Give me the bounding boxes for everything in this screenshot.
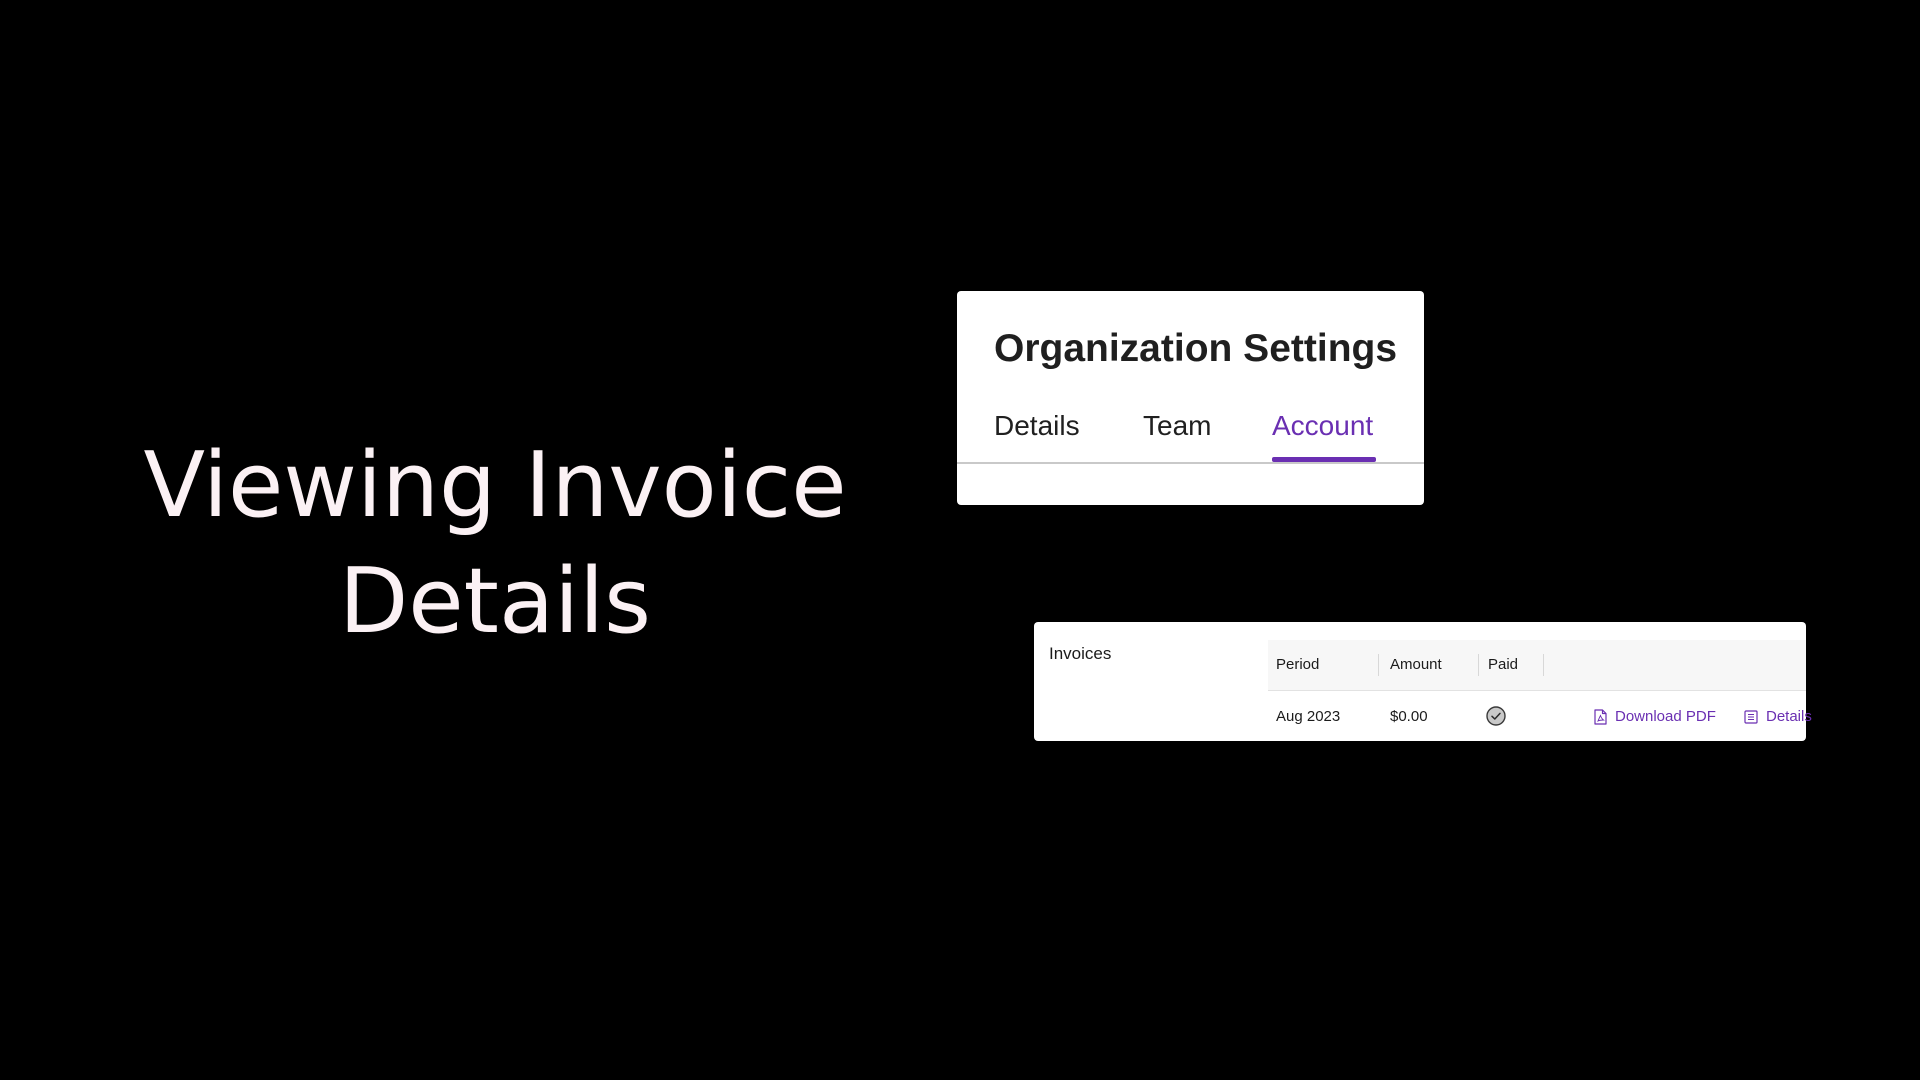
headline-line-2: Details (338, 549, 651, 654)
column-header-period: Period (1276, 656, 1320, 673)
download-pdf-label: Download PDF (1615, 708, 1716, 725)
pdf-file-icon (1594, 709, 1607, 725)
invoices-table: Period Amount Paid Aug 2023 $0.00 Downlo… (1268, 640, 1812, 743)
active-tab-indicator (1272, 457, 1376, 462)
tab-details[interactable]: Details (994, 406, 1080, 462)
column-header-amount: Amount (1390, 656, 1442, 673)
invoice-details-link[interactable]: Details (1744, 691, 1812, 743)
invoices-heading: Invoices (1049, 644, 1112, 663)
headline-line-1: Viewing Invoice (143, 433, 847, 538)
column-separator[interactable] (1478, 654, 1479, 676)
invoice-amount: $0.00 (1390, 708, 1428, 725)
invoices-card: Invoices Period Amount Paid Aug 2023 $0.… (1034, 622, 1812, 743)
document-list-icon (1744, 710, 1758, 724)
invoice-period: Aug 2023 (1276, 708, 1341, 725)
column-header-paid: Paid (1488, 656, 1519, 673)
details-label: Details (1766, 708, 1812, 725)
download-pdf-link[interactable]: Download PDF (1594, 691, 1716, 743)
headline: Viewing Invoice Details (100, 428, 890, 660)
column-separator[interactable] (1378, 654, 1379, 676)
organization-settings-card: Organization Settings Details Team Accou… (957, 291, 1424, 505)
table-row: Aug 2023 $0.00 Download PDF Details (1268, 691, 1812, 743)
column-separator[interactable] (1543, 654, 1544, 676)
tab-team[interactable]: Team (1143, 406, 1211, 462)
settings-tabs: Details Team Account (957, 406, 1424, 464)
screen: Viewing Invoice Details Organization Set… (0, 0, 1920, 1080)
table-header: Period Amount Paid (1268, 640, 1806, 691)
tab-account[interactable]: Account (1272, 406, 1373, 462)
check-circle-icon (1486, 706, 1506, 726)
page-title: Organization Settings (994, 327, 1398, 370)
